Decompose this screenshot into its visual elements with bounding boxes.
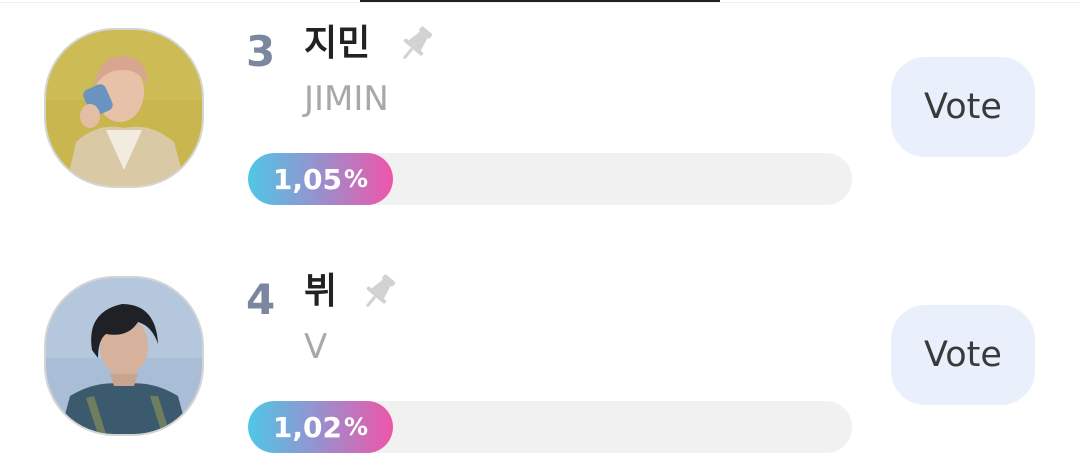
vote-progress-bar: 1,02 % <box>248 401 852 453</box>
avatar[interactable] <box>44 276 204 436</box>
vote-progress-fill: 1,02 % <box>248 401 393 453</box>
ranking-row: 4 뷔 V 1,02 % Vote <box>0 248 1080 468</box>
percent-value: 1,02 <box>272 410 342 444</box>
ranking-row: 3 지민 JIMIN 1,05 % Vote <box>0 0 1080 220</box>
percent-sign: % <box>344 165 369 193</box>
name-english: V <box>304 327 328 367</box>
rank-number: 3 <box>246 27 276 76</box>
pin-icon[interactable] <box>357 270 401 314</box>
percent-sign: % <box>344 413 369 441</box>
avatar[interactable] <box>44 28 204 188</box>
rank-number: 4 <box>246 275 276 324</box>
vote-button[interactable]: Vote <box>891 305 1035 405</box>
name-korean: 뷔 <box>304 271 338 312</box>
name-english: JIMIN <box>304 79 389 119</box>
name-korean: 지민 <box>304 23 371 64</box>
percent-value: 1,05 <box>272 162 342 196</box>
vote-progress-bar: 1,05 % <box>248 153 852 205</box>
avatar-photo <box>46 278 202 434</box>
pin-icon[interactable] <box>394 22 438 66</box>
vote-progress-fill: 1,05 % <box>248 153 393 205</box>
avatar-photo <box>46 30 202 186</box>
vote-button[interactable]: Vote <box>891 57 1035 157</box>
